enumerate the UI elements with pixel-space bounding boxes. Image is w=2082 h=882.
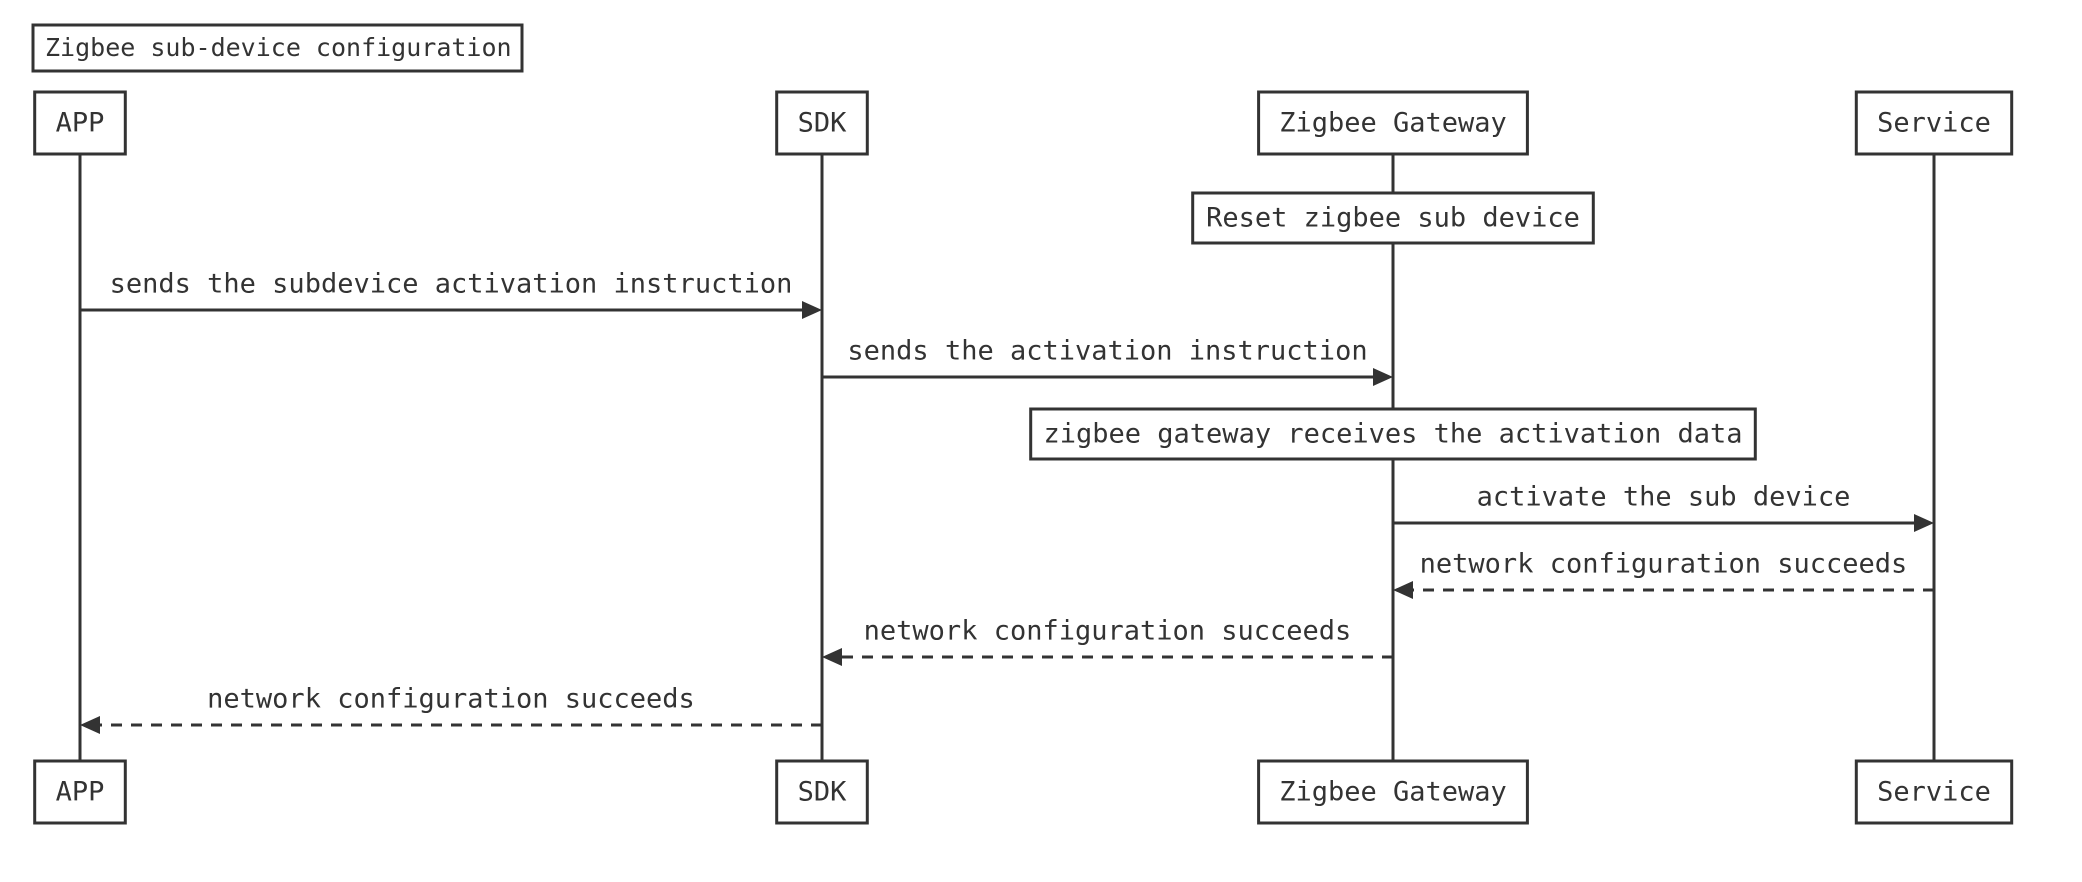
participant-label-top-app: APP [56, 108, 105, 139]
note-text-note-receives: zigbee gateway receives the activation d… [1044, 419, 1743, 450]
message-arrowhead-msg-5 [822, 648, 842, 666]
message-label-msg-2: sends the activation instruction [847, 336, 1367, 367]
message-arrowhead-msg-4 [1393, 581, 1413, 599]
participant-label-top-service: Service [1877, 108, 1991, 139]
message-label-msg-5: network configuration succeeds [864, 616, 1352, 647]
message-label-msg-1: sends the subdevice activation instructi… [110, 269, 793, 300]
message-arrowhead-msg-3 [1914, 514, 1934, 532]
participant-label-bottom-app: APP [56, 777, 105, 808]
participant-label-top-sdk: SDK [798, 108, 848, 139]
message-arrowhead-msg-6 [80, 716, 100, 734]
participant-label-bottom-sdk: SDK [798, 777, 848, 808]
participant-label-bottom-gateway: Zigbee Gateway [1279, 777, 1507, 808]
diagram-title-text: Zigbee sub-device configuration [45, 33, 512, 62]
sequence-diagram-canvas: Zigbee sub-device configuration APP APP SDK… [0, 0, 2082, 882]
participant-label-top-gateway: Zigbee Gateway [1279, 108, 1507, 139]
message-label-msg-6: network configuration succeeds [207, 684, 695, 715]
note-text-note-reset: Reset zigbee sub device [1206, 203, 1580, 234]
message-arrowhead-msg-2 [1373, 368, 1393, 386]
sequence-diagram-svg: Zigbee sub-device configuration APP APP SDK… [31, 23, 2014, 825]
message-label-msg-4: network configuration succeeds [1420, 549, 1908, 580]
participant-label-bottom-service: Service [1877, 777, 1991, 808]
message-arrowhead-msg-1 [802, 301, 822, 319]
message-label-msg-3: activate the sub device [1477, 482, 1851, 513]
